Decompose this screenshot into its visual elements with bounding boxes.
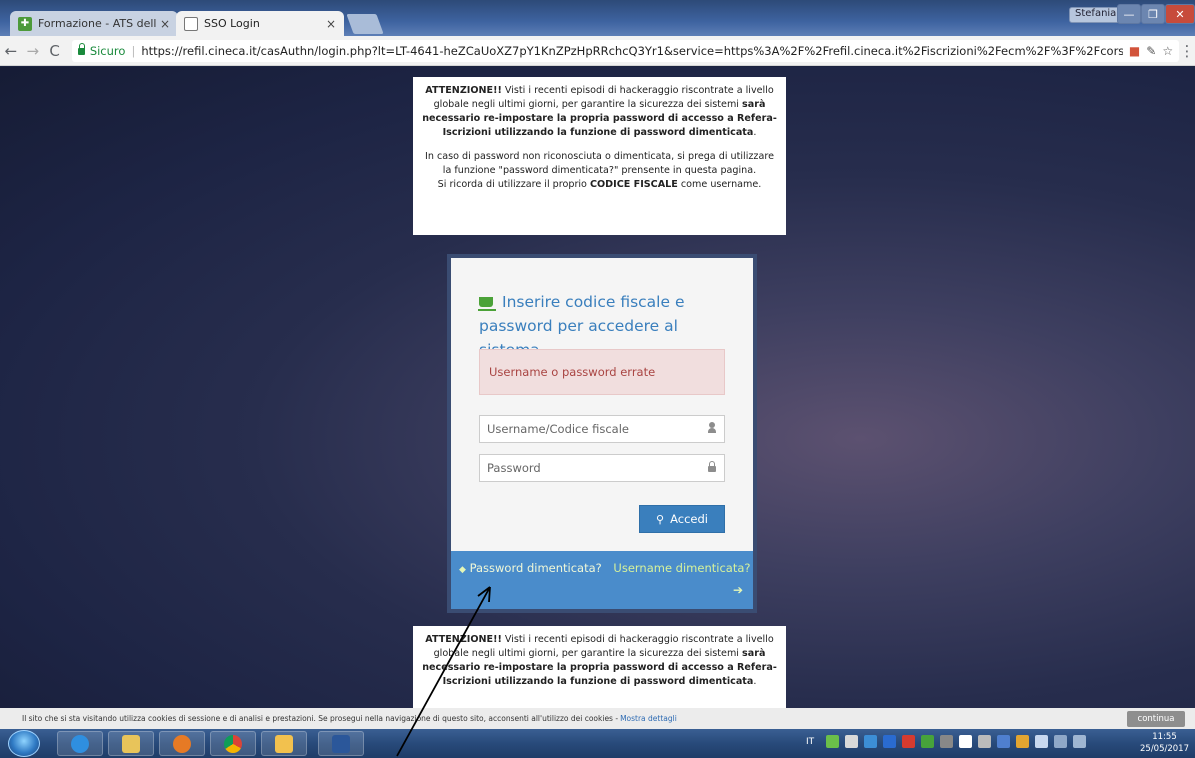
clock-time: 11:55 [1152,732,1177,742]
tray-app-icon[interactable] [940,735,954,748]
cookie-details-link[interactable]: Mostra dettagli [620,714,677,723]
flag-icon[interactable] [959,735,973,748]
tray-app-icon[interactable] [997,735,1011,748]
tab-sso-login[interactable]: SSO Login × [176,11,344,36]
login-panel: Inserire codice fiscale e password per a… [447,254,757,613]
password-field[interactable]: Password [479,454,725,482]
folder-icon [122,735,140,753]
internet-explorer-task[interactable] [57,731,103,756]
system-tray: IT [806,735,1087,748]
arrow-left-icon: ◆ [459,565,466,575]
new-tab-button[interactable] [346,14,384,34]
clock-date: 25/05/2017 [1140,744,1189,754]
cookie-bar: Il sito che si sta visitando utilizza co… [0,708,1195,729]
address-toolbar: ← → C Sicuro | https://refil.cineca.it/c… [0,36,1195,66]
menu-icon[interactable]: ⋮ [1179,42,1195,60]
user-icon [708,422,716,434]
network-icon[interactable] [1054,735,1068,748]
minimize-button[interactable]: — [1117,4,1141,24]
word-task[interactable] [318,731,364,756]
close-window-button[interactable]: ✕ [1165,4,1195,24]
page-favicon-icon [184,16,198,31]
tray-app-icon[interactable] [826,735,840,748]
coffee-cup-icon [478,297,496,311]
back-button[interactable]: ← [0,42,22,60]
cookie-continue-button[interactable]: continua [1127,711,1185,727]
forgot-username-link[interactable]: Username dimenticata? [613,561,750,575]
url-text[interactable]: https://refil.cineca.it/casAuthn/login.p… [141,44,1123,58]
outlook-task[interactable] [261,731,307,756]
warning-notice: ATTENZIONE!! Visti i recenti episodi di … [413,77,786,235]
media-player-icon [173,735,191,753]
chrome-task[interactable] [210,731,256,756]
browser-tab-strip: ✚ Formazione - ATS dell'In × SSO Login ×… [0,0,1195,36]
reload-button[interactable]: C [44,42,66,60]
extension-icon[interactable]: ■ [1129,44,1140,58]
notice-paragraph: In caso di password non riconosciuta o d… [425,151,774,190]
tray-app-icon[interactable] [1035,735,1049,748]
tray-app-icon[interactable] [845,735,859,748]
ats-favicon-icon: ✚ [18,16,32,31]
lock-icon [708,461,716,473]
tray-app-icon[interactable] [921,735,935,748]
outlook-icon [275,735,293,753]
arrow-right-icon[interactable]: ➔ [733,583,743,597]
notice-paragraph: ATTENZIONE!! Visti i recenti episodi di … [422,85,777,138]
file-explorer-task[interactable] [108,731,154,756]
notice-paragraph: ATTENZIONE!! Visti i recenti episodi di … [422,634,777,687]
media-player-task[interactable] [159,731,205,756]
windows-taskbar: IT 11:55 25/05/2017 [0,729,1195,758]
login-footer: ◆ Password dimenticata? Username dimenti… [451,551,753,609]
forward-button[interactable]: → [22,42,44,60]
error-alert: Username o password errate [479,349,725,395]
language-indicator[interactable]: IT [806,737,814,747]
username-placeholder: Username/Codice fiscale [487,422,629,436]
password-placeholder: Password [487,461,541,475]
warning-notice-repeat: ATTENZIONE!! Visti i recenti episodi di … [413,626,786,708]
cookie-text: Il sito che si sta visitando utilizza co… [22,714,619,723]
lock-icon [77,43,85,55]
start-button[interactable] [8,730,40,757]
profile-button[interactable]: Stefania [1069,7,1123,23]
volume-icon[interactable] [1073,735,1087,748]
tab-close-icon[interactable]: × [160,17,170,31]
tray-app-icon[interactable] [978,735,992,748]
word-icon [332,735,350,753]
tray-app-icon[interactable] [883,735,897,748]
url-bar[interactable]: Sicuro | https://refil.cineca.it/casAuth… [71,39,1180,62]
ie-icon [71,735,89,753]
login-button[interactable]: ⚲ Accedi [639,505,725,533]
bookmark-star-icon[interactable]: ☆ [1162,44,1173,58]
system-clock[interactable]: 11:55 25/05/2017 [1140,731,1189,755]
security-label: Sicuro [89,43,126,58]
forgot-password-link[interactable]: Password dimenticata? [470,561,602,575]
tray-app-icon[interactable] [902,735,916,748]
key-icon: ⚲ [656,512,665,526]
page-content: ATTENZIONE!! Visti i recenti episodi di … [0,67,1195,708]
chrome-icon [224,735,242,753]
tab-formazione[interactable]: ✚ Formazione - ATS dell'In × [10,11,178,36]
tab-title: Formazione - ATS dell'In [38,17,156,30]
tab-title: SSO Login [204,17,260,30]
key-icon[interactable]: ✎ [1146,44,1156,58]
maximize-button[interactable]: ❐ [1141,4,1165,24]
url-separator: | [131,43,136,58]
username-field[interactable]: Username/Codice fiscale [479,415,725,443]
tray-app-icon[interactable] [1016,735,1030,748]
tab-close-icon[interactable]: × [326,17,336,31]
tray-app-icon[interactable] [864,735,878,748]
